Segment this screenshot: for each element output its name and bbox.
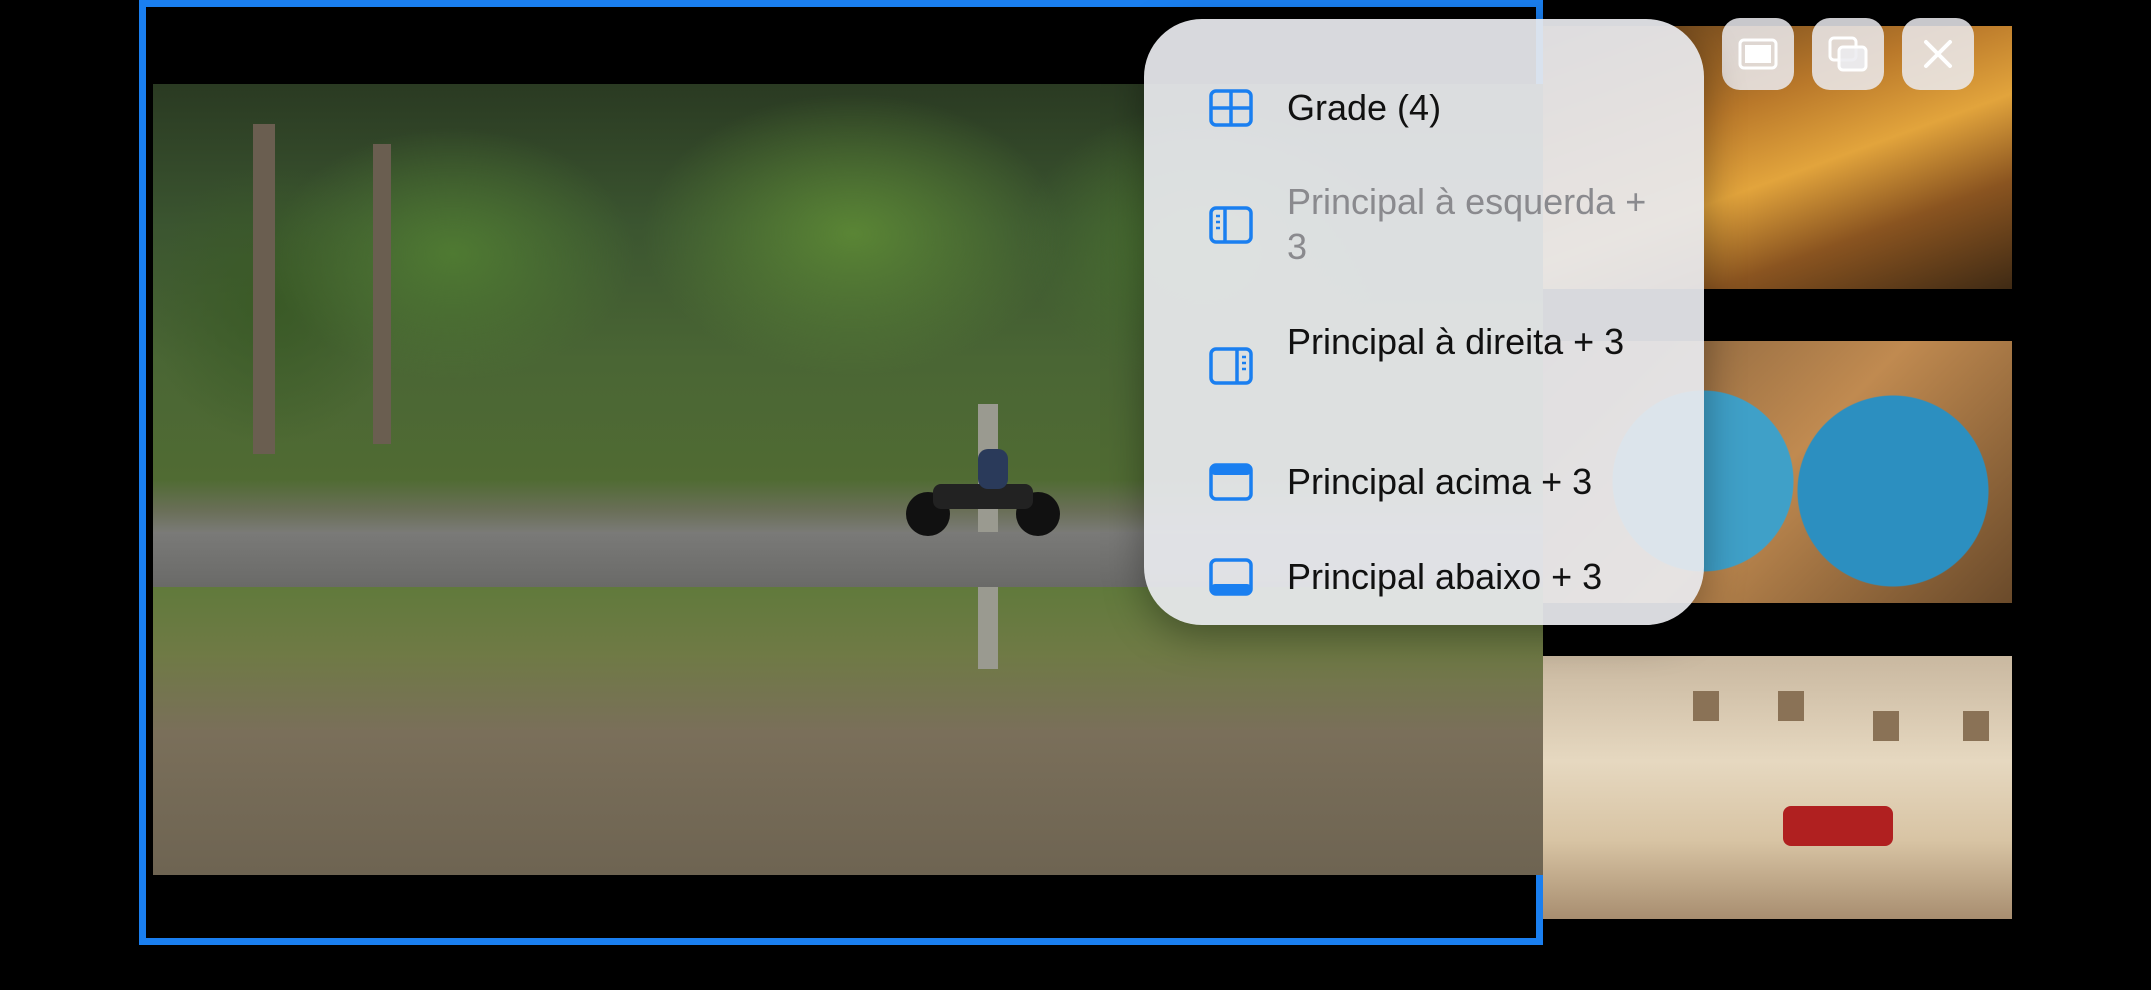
motorcycle-image — [906, 449, 1060, 536]
menu-item-label: Principal acima + 3 — [1287, 461, 1593, 502]
menu-item-main-left: Principal à esquerda + 3 — [1144, 157, 1704, 272]
menu-item-main-bottom[interactable]: Principal abaixo + 3 — [1144, 532, 1704, 622]
main-top-layout-icon — [1209, 463, 1253, 501]
layout-menu: Grade (4) Principal à esquerda + 3 Princ… — [1144, 19, 1704, 625]
close-icon — [1924, 40, 1952, 68]
main-bottom-layout-icon — [1209, 558, 1253, 596]
main-left-layout-icon — [1209, 206, 1253, 244]
thumbnail-toy-house[interactable] — [1543, 656, 2012, 919]
picture-in-picture-button[interactable] — [1812, 18, 1884, 90]
menu-item-label: Grade (4) — [1287, 87, 1442, 128]
menu-item-main-right[interactable]: Principal à direita + 3 — [1144, 297, 1704, 412]
single-view-icon — [1738, 38, 1778, 70]
close-button[interactable] — [1902, 18, 1974, 90]
picture-in-picture-icon — [1828, 36, 1868, 72]
grid-layout-icon — [1209, 89, 1253, 127]
menu-item-label: Principal à esquerda + 3 — [1287, 181, 1647, 267]
menu-item-grid[interactable]: Grade (4) — [1144, 63, 1704, 153]
main-right-layout-icon — [1209, 347, 1253, 385]
menu-item-label: Principal abaixo + 3 — [1287, 556, 1603, 597]
single-view-button[interactable] — [1722, 18, 1794, 90]
menu-item-main-top[interactable]: Principal acima + 3 — [1144, 437, 1704, 527]
menu-item-label: Principal à direita + 3 — [1287, 321, 1625, 362]
